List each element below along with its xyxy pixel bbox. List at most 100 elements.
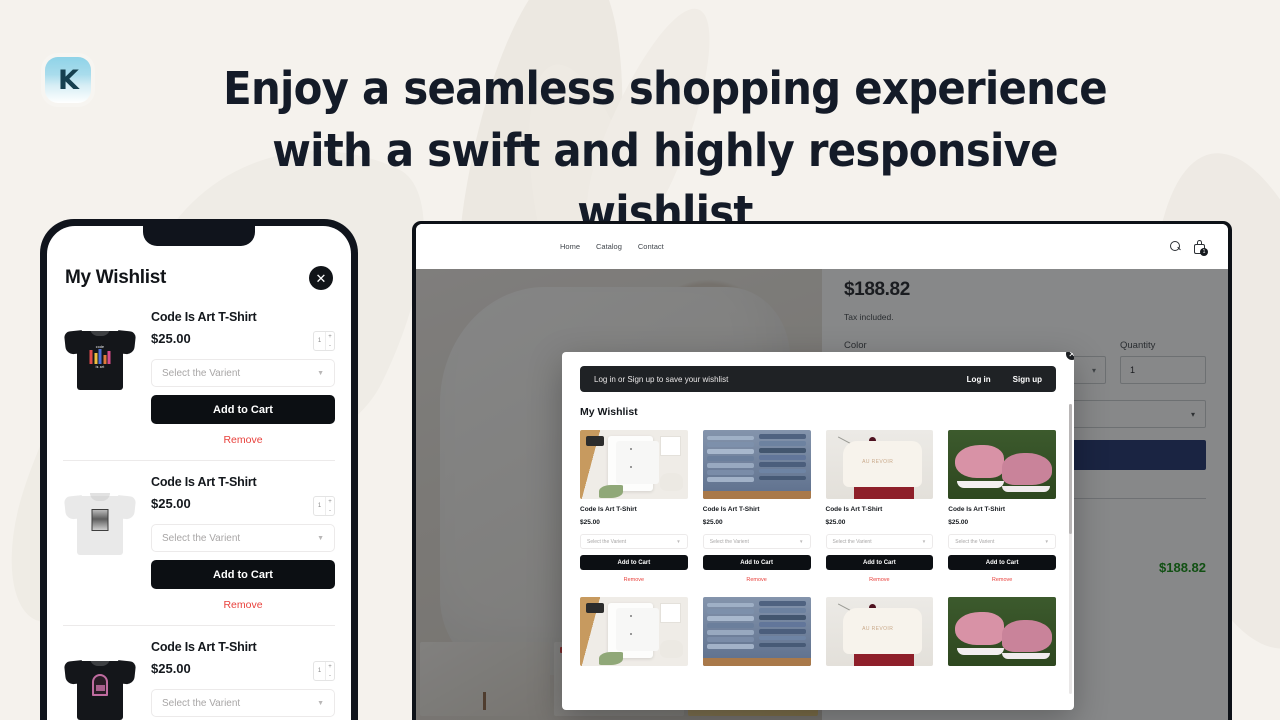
- variant-select[interactable]: Select the Varient ▼: [825, 534, 934, 549]
- wishlist-card: AU REVOIR Code Is Art T-Shirt $25.00 Sel…: [825, 430, 934, 583]
- white-tshirts-flatlay-image: [580, 430, 688, 499]
- product-image[interactable]: [948, 597, 1056, 666]
- variant-placeholder: Select the Varient: [832, 538, 872, 545]
- chevron-down-icon: ▼: [799, 539, 804, 544]
- product-image[interactable]: [702, 430, 811, 499]
- phone-screen: My Wishlist ✕ code is art Code Is Art T-…: [47, 226, 351, 720]
- product-name: Code Is Art T-Shirt: [151, 475, 257, 489]
- auth-banner: Log in or Sign up to save your wishlist …: [580, 366, 1056, 392]
- remove-link[interactable]: Remove: [151, 599, 335, 611]
- login-button[interactable]: Log in: [967, 375, 991, 384]
- product-image[interactable]: [702, 597, 811, 666]
- wishlist-grid-row-1: Code Is Art T-Shirt $25.00 Select the Va…: [580, 430, 1056, 583]
- mobile-panel-title: My Wishlist: [65, 267, 167, 288]
- product-name: Code Is Art T-Shirt: [825, 506, 883, 513]
- wishlist-card: Code Is Art T-Shirt $25.00 Select the Va…: [948, 430, 1056, 583]
- quantity-value: 1: [317, 338, 322, 344]
- search-icon[interactable]: [1170, 241, 1181, 252]
- product-image[interactable]: [580, 430, 688, 499]
- variant-placeholder: Select the Varient: [587, 538, 627, 545]
- product-thumbnail[interactable]: [63, 485, 137, 559]
- variant-placeholder: Select the Varient: [709, 538, 749, 545]
- remove-link[interactable]: Remove: [151, 434, 335, 446]
- variant-select[interactable]: Select the Varient ▼: [151, 524, 335, 552]
- quantity-increase-button[interactable]: +: [326, 497, 334, 506]
- variant-placeholder: Select the Varient: [162, 367, 241, 379]
- quantity-stepper[interactable]: 1 + -: [313, 331, 335, 351]
- product-info: Code Is Art T-Shirt $25.00 1 + - Select …: [151, 475, 335, 615]
- add-to-cart-button[interactable]: Add to Cart: [948, 555, 1056, 570]
- tshirt-black-codeisart-icon: code is art: [63, 324, 137, 390]
- product-thumbnail[interactable]: [63, 650, 137, 720]
- quantity-stepper[interactable]: 1 + -: [313, 496, 335, 516]
- product-info: Code Is Art T-Shirt $25.00 1 + - Select …: [151, 640, 335, 720]
- product-info: Code Is Art T-Shirt $25.00 1 + - Select …: [151, 310, 335, 450]
- add-to-cart-button[interactable]: Add to Cart: [151, 560, 335, 589]
- variant-select[interactable]: Select the Varient ▼: [702, 534, 811, 549]
- variant-placeholder: Select the Varient: [162, 532, 241, 544]
- product-price: $25.00: [151, 496, 191, 511]
- wishlist-card: AU REVOIR: [825, 597, 934, 666]
- remove-link[interactable]: Remove: [826, 577, 934, 583]
- remove-link[interactable]: Remove: [703, 577, 811, 583]
- brand-logo: K: [45, 57, 91, 103]
- au-revoir-sweatshirt-image: AU REVOIR: [825, 430, 934, 499]
- product-price: $25.00: [151, 331, 191, 346]
- variant-select[interactable]: Select the Varient ▼: [151, 689, 335, 717]
- wishlist-card: Code Is Art T-Shirt $25.00 Select the Va…: [580, 430, 688, 583]
- quantity-decrease-button[interactable]: -: [326, 506, 334, 515]
- product-name: Code Is Art T-Shirt: [580, 506, 637, 513]
- product-price: $25.00: [151, 661, 191, 676]
- chevron-down-icon: ▼: [317, 369, 324, 377]
- add-to-cart-button[interactable]: Add to Cart: [702, 555, 811, 570]
- quantity-decrease-button[interactable]: -: [326, 671, 334, 680]
- modal-content: Log in or Sign up to save your wishlist …: [562, 352, 1074, 710]
- nav-item-contact[interactable]: Contact: [638, 242, 664, 251]
- product-thumbnail[interactable]: code is art: [63, 320, 137, 394]
- variant-select[interactable]: Select the Varient ▼: [580, 534, 688, 549]
- product-image[interactable]: [948, 430, 1056, 499]
- nav-links: Home Catalog Contact: [560, 242, 664, 251]
- product-name: Code Is Art T-Shirt: [948, 506, 1006, 513]
- close-icon[interactable]: ✕: [309, 266, 333, 290]
- quantity-increase-button[interactable]: +: [326, 332, 334, 341]
- wishlist-card: [580, 597, 688, 666]
- add-to-cart-button[interactable]: Add to Cart: [580, 555, 688, 570]
- list-item: code is art Code Is Art T-Shirt $25.00 1…: [63, 296, 335, 461]
- variant-placeholder: Select the Varient: [162, 697, 241, 709]
- tshirt-black-arch-icon: [63, 654, 137, 720]
- pink-sneakers-image: [948, 597, 1056, 666]
- price-and-quantity-row: $25.00 1 + -: [151, 496, 335, 516]
- cart-icon[interactable]: 1: [1193, 239, 1208, 256]
- auth-banner-message: Log in or Sign up to save your wishlist: [594, 374, 729, 384]
- nav-item-catalog[interactable]: Catalog: [596, 242, 622, 251]
- remove-link[interactable]: Remove: [948, 577, 1056, 583]
- modal-title: My Wishlist: [580, 406, 638, 418]
- wishlist-card: Code Is Art T-Shirt $25.00 Select the Va…: [702, 430, 811, 583]
- pink-sneakers-image: [948, 430, 1056, 499]
- variant-select[interactable]: Select the Varient ▼: [948, 534, 1056, 549]
- quantity-stepper[interactable]: 1 + -: [313, 661, 335, 681]
- modal-scrollbar[interactable]: [1069, 404, 1072, 694]
- quantity-decrease-button[interactable]: -: [326, 341, 334, 350]
- logo-letter: K: [58, 64, 79, 96]
- variant-select[interactable]: Select the Varient ▼: [151, 359, 335, 387]
- product-image[interactable]: [580, 597, 688, 666]
- product-name: Code Is Art T-Shirt: [151, 640, 257, 654]
- add-to-cart-button[interactable]: Add to Cart: [151, 395, 335, 424]
- au-revoir-sweatshirt-image: AU REVOIR: [825, 597, 934, 666]
- signup-button[interactable]: Sign up: [1013, 375, 1042, 384]
- product-price: $25.00: [702, 519, 723, 526]
- quantity-increase-button[interactable]: +: [326, 662, 334, 671]
- site-navigation: Home Catalog Contact 1: [416, 224, 1228, 269]
- product-price: $25.00: [580, 519, 600, 526]
- remove-link[interactable]: Remove: [580, 577, 688, 583]
- product-image[interactable]: AU REVOIR: [825, 597, 934, 666]
- list-item: Code Is Art T-Shirt $25.00 1 + - Select …: [63, 461, 335, 626]
- wishlist-grid-row-2: AU REVOIR: [580, 597, 1056, 666]
- quantity-value: 1: [317, 668, 322, 674]
- add-to-cart-button[interactable]: Add to Cart: [825, 555, 934, 570]
- nav-item-home[interactable]: Home: [560, 242, 580, 251]
- chevron-down-icon: ▼: [317, 699, 324, 707]
- product-image[interactable]: AU REVOIR: [825, 430, 934, 499]
